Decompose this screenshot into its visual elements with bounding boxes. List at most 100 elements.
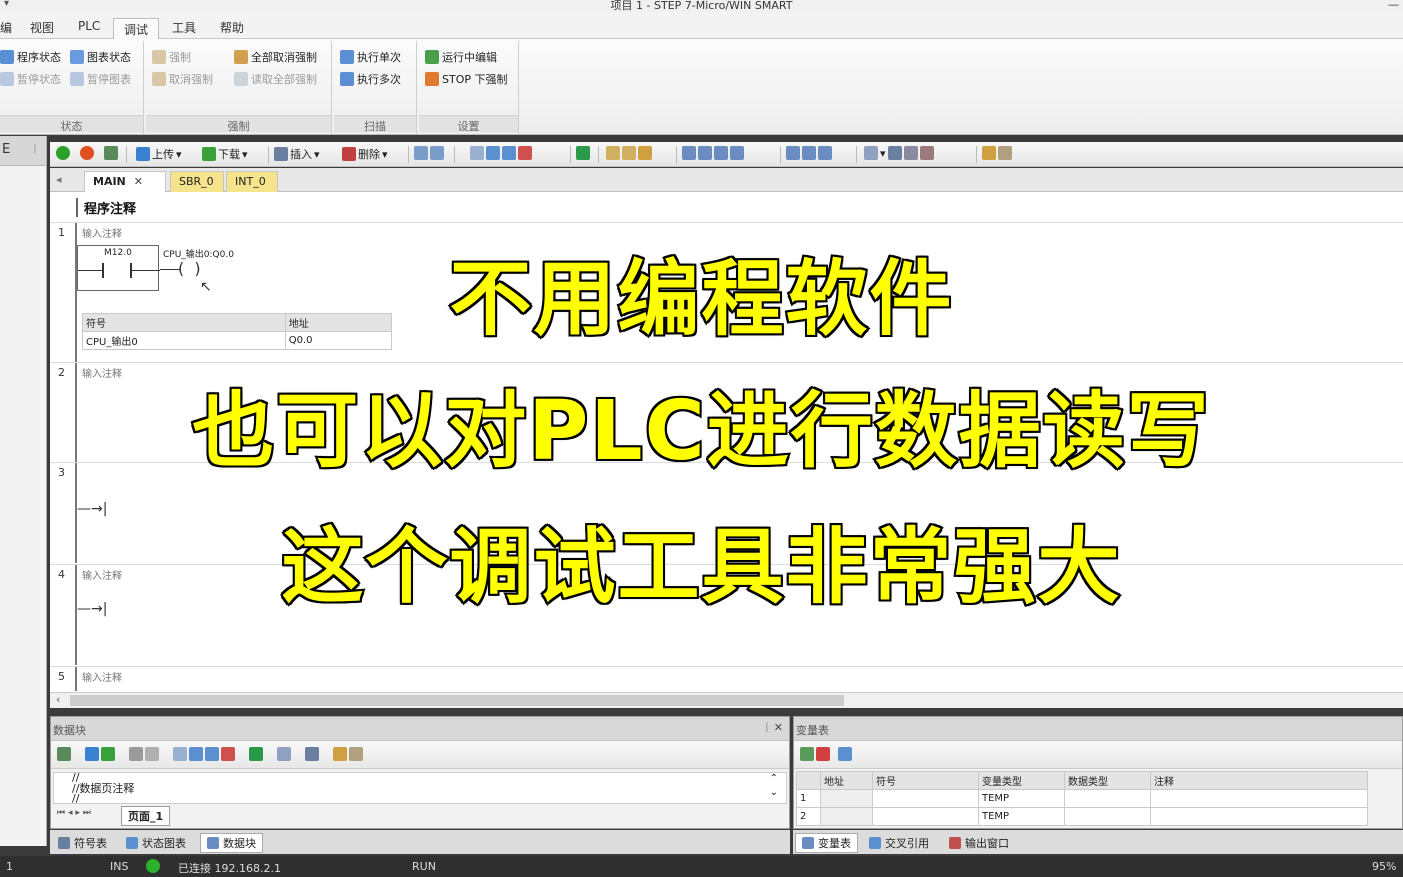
scroll-down-icon[interactable]: ⌄ xyxy=(770,787,778,798)
tab-plc[interactable]: PLC xyxy=(78,19,100,33)
goto-icon[interactable] xyxy=(576,146,590,160)
tab-file-partial[interactable]: 编 xyxy=(0,19,12,36)
network-5[interactable]: 5 输入注释 xyxy=(50,666,1403,691)
protect-icon[interactable] xyxy=(606,146,652,160)
pause-chart-button[interactable]: 暂停图表 xyxy=(70,71,131,87)
ribbon-group-label: 状态 xyxy=(0,115,143,133)
data-type-cell[interactable] xyxy=(1064,807,1151,826)
overlay-caption-line-3: 这个调试工具非常强大 xyxy=(279,518,1122,617)
compile-icon[interactable] xyxy=(104,146,118,160)
multi-scan-icon xyxy=(340,72,354,86)
symbol-cell[interactable] xyxy=(872,807,979,826)
pane-header: 数据块 ᛁ ✕ xyxy=(51,717,789,741)
comment-cell[interactable] xyxy=(1150,807,1368,826)
chart-status-button[interactable]: 图表状态 xyxy=(70,49,131,65)
contact-icon[interactable] xyxy=(786,146,832,160)
bookmark-prev-icon xyxy=(189,747,203,761)
single-scan-button[interactable]: 执行单次 xyxy=(340,49,401,65)
program-comment[interactable]: 程序注释 xyxy=(76,198,136,217)
network-comment[interactable]: 输入注释 xyxy=(82,365,122,380)
status-bar: 1 INS 已连接 192.168.2.1 RUN 95% xyxy=(0,856,1403,877)
tab-int0[interactable]: INT_0 xyxy=(226,171,278,192)
unforce-all-button[interactable]: 全部取消强制 xyxy=(234,49,317,65)
var-type-cell[interactable]: TEMP xyxy=(978,789,1065,808)
refresh-icon xyxy=(838,747,852,761)
unlock-all-icon xyxy=(234,50,248,64)
close-icon[interactable]: ✕ xyxy=(134,175,143,188)
tab-page-1[interactable]: 页面_1 xyxy=(121,806,171,826)
table-row[interactable]: 2 TEMP xyxy=(796,807,1368,826)
tab-data-block[interactable]: 数据块 xyxy=(200,833,263,853)
pause-status-button[interactable]: 暂停状态 xyxy=(0,71,61,87)
minimize-button[interactable]: — xyxy=(1388,0,1399,11)
tab-sbr0[interactable]: SBR_0 xyxy=(170,171,224,192)
tab-cross-reference[interactable]: 交叉引用 xyxy=(863,833,935,853)
symbol-cell[interactable] xyxy=(872,789,979,808)
scroll-up-icon[interactable]: ⌃ xyxy=(770,773,778,784)
page-nav-icon[interactable]: ⏮ ◂ ▸ ⏭ xyxy=(57,808,91,818)
data-type-cell[interactable] xyxy=(1064,789,1151,808)
variable-table[interactable]: 地址 符号 变量类型 数据类型 注释 1 TEMP 2 TEMP xyxy=(796,771,1368,826)
network-comment[interactable]: 输入注释 xyxy=(82,669,122,684)
empty-rung-arrow-icon[interactable]: —→| xyxy=(77,501,107,517)
network-icon[interactable] xyxy=(414,146,444,160)
run-edit-button[interactable]: 运行中编辑 xyxy=(425,49,497,65)
data-block-editor[interactable]: // //数据页注释 // ⌃ ⌄ xyxy=(53,772,787,804)
stop-icon[interactable] xyxy=(80,146,94,160)
lock-icon xyxy=(152,50,166,64)
var-tools[interactable] xyxy=(800,747,852,761)
comment-cell[interactable] xyxy=(1150,789,1368,808)
table-row[interactable]: 1 TEMP xyxy=(796,789,1368,808)
tab-status-chart[interactable]: 状态图表 xyxy=(120,833,192,853)
pin-icon[interactable]: ᛁ xyxy=(32,144,38,155)
tab-symbol-table[interactable]: 符号表 xyxy=(52,833,113,853)
insert-mode: INS xyxy=(110,860,129,873)
data-block-icon xyxy=(207,837,219,849)
editor-hscrollbar[interactable]: ‹ xyxy=(50,692,1403,708)
delete-button[interactable]: 删除 ▾ xyxy=(342,146,388,162)
unforce-button[interactable]: 取消强制 xyxy=(152,71,213,87)
tab-debug[interactable]: 调试 xyxy=(113,18,160,40)
insert-button[interactable]: 插入 ▾ xyxy=(274,146,320,162)
force-button[interactable]: 强制 xyxy=(152,49,191,65)
multi-scan-button[interactable]: 执行多次 xyxy=(340,71,401,87)
cross-reference-icon xyxy=(869,837,881,849)
bookmark-icon[interactable] xyxy=(470,146,532,160)
tab-output-window[interactable]: 输出窗口 xyxy=(943,833,1015,853)
address-cell[interactable] xyxy=(820,789,873,808)
upload-button[interactable]: 上传 ▾ xyxy=(136,146,182,162)
scrollbar-thumb[interactable] xyxy=(70,695,844,706)
pou-edit-icon[interactable] xyxy=(982,146,1012,160)
col-symbol: 符号 xyxy=(872,771,979,790)
ribbon-group-scan: 执行单次 执行多次 扫描 xyxy=(334,41,417,134)
tab-scroll-left-icon[interactable]: ◂ xyxy=(56,173,62,186)
tab-variable-table[interactable]: 变量表 xyxy=(795,833,858,853)
symbol-icon[interactable]: ▾ xyxy=(864,146,934,160)
tab-view[interactable]: 视图 xyxy=(30,19,54,36)
program-status-button[interactable]: 程序状态 xyxy=(0,49,61,65)
ladder-line-icon[interactable] xyxy=(682,146,744,160)
tab-help[interactable]: 帮助 xyxy=(220,19,244,36)
program-status-icon xyxy=(0,50,14,64)
col-index xyxy=(796,771,821,790)
delete-row-icon xyxy=(816,747,830,761)
connected-icon xyxy=(146,859,160,873)
tab-main[interactable]: MAIN ✕ xyxy=(84,171,166,192)
zoom-level[interactable]: 95% xyxy=(1372,860,1396,873)
tab-tools[interactable]: 工具 xyxy=(172,19,196,36)
run-icon[interactable] xyxy=(56,146,70,160)
title-bar: ▾ 项目 1 - STEP 7-Micro/WIN SMART — xyxy=(0,0,1403,12)
address-cell[interactable] xyxy=(820,807,873,826)
pane-pin-close-icon[interactable]: ᛁ ✕ xyxy=(764,721,783,734)
download-button[interactable]: 下载 ▾ xyxy=(202,146,248,162)
ribbon-group-settings: 运行中编辑 STOP 下强制 设置 xyxy=(419,41,519,134)
insert-icon xyxy=(274,147,288,161)
data-block-tools[interactable] xyxy=(57,747,363,761)
read-all-forced-button[interactable]: 读取全部强制 xyxy=(234,71,317,87)
var-type-cell[interactable]: TEMP xyxy=(978,807,1065,826)
network-number: 5 xyxy=(58,670,65,683)
stop-force-button[interactable]: STOP 下强制 xyxy=(425,71,508,87)
scroll-left-icon[interactable]: ‹ xyxy=(56,693,60,706)
app-window: ▾ 项目 1 - STEP 7-Micro/WIN SMART — 编 视图 P… xyxy=(0,0,1403,877)
network-comment[interactable]: 输入注释 xyxy=(82,225,122,240)
